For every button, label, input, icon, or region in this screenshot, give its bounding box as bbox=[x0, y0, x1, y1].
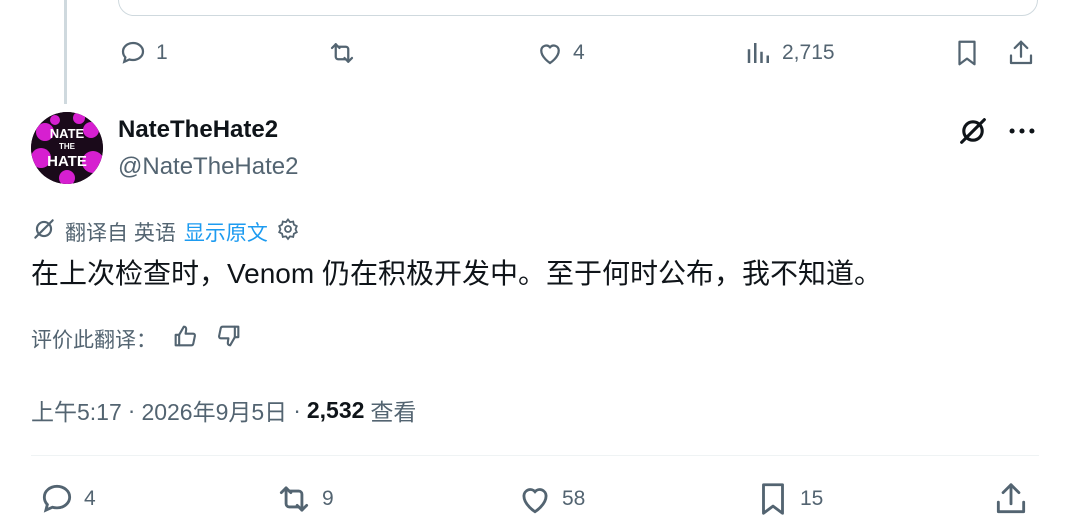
like-count: 58 bbox=[562, 487, 586, 510]
meta-separator: · bbox=[127, 396, 136, 423]
retweet-icon bbox=[326, 38, 358, 68]
more-options-button[interactable] bbox=[1005, 114, 1039, 153]
reply-icon bbox=[38, 480, 76, 518]
translation-settings-button[interactable] bbox=[276, 217, 300, 247]
tweet-views-count: 2,532 bbox=[306, 396, 365, 423]
heart-icon bbox=[516, 480, 554, 518]
reply-count: 1 bbox=[156, 41, 168, 64]
tweet-date[interactable]: 2026年9月5日 bbox=[141, 393, 287, 427]
show-original-link[interactable]: 显示原文 bbox=[184, 217, 268, 247]
avatar-text-line-2: THE bbox=[59, 142, 76, 151]
views-chart-icon bbox=[744, 38, 774, 68]
avatar-image: NATE THE HATE bbox=[31, 112, 103, 184]
translated-from-label: 翻译自 英语 bbox=[65, 222, 176, 245]
like-button[interactable]: 58 bbox=[516, 480, 585, 518]
views-count: 2,715 bbox=[782, 41, 835, 64]
share-icon bbox=[1006, 38, 1036, 68]
avatar[interactable]: NATE THE HATE bbox=[31, 112, 103, 184]
divider bbox=[31, 455, 1039, 456]
author-handle[interactable]: @NateTheHate2 bbox=[118, 153, 298, 181]
bookmark-count: 15 bbox=[800, 487, 824, 510]
rate-translation-label: 评价此翻译： bbox=[31, 329, 157, 352]
retweet-button[interactable]: 9 bbox=[274, 480, 334, 518]
bookmark-icon bbox=[952, 38, 982, 68]
grok-button[interactable] bbox=[956, 114, 990, 153]
gear-icon bbox=[276, 218, 300, 246]
tweet-text: 在上次检查时，Venom 仍在积极开发中。至于何时公布，我不知道。 bbox=[31, 258, 882, 289]
thumbs-up-button[interactable] bbox=[171, 322, 199, 356]
avatar-text-line-1: NATE bbox=[50, 126, 85, 141]
bookmark-icon bbox=[754, 480, 792, 518]
share-icon bbox=[992, 480, 1030, 518]
share-button[interactable] bbox=[992, 480, 1030, 518]
prev-views-button[interactable]: 2,715 bbox=[744, 38, 835, 68]
prev-reply-button[interactable]: 1 bbox=[118, 38, 168, 68]
thread-connector-line bbox=[64, 0, 67, 104]
meta-separator: · bbox=[293, 396, 301, 423]
grok-icon bbox=[956, 118, 990, 152]
bookmark-button[interactable]: 15 bbox=[754, 480, 823, 518]
tweet-meta: 上午5:17 · 2026年9月5日 · 2,532 查看 bbox=[31, 393, 416, 427]
prev-share-button[interactable] bbox=[1006, 38, 1036, 68]
quoted-card-bottom[interactable] bbox=[118, 0, 1038, 16]
avatar-text-line-3: HATE bbox=[47, 153, 87, 170]
like-count: 4 bbox=[573, 41, 585, 64]
retweet-count: 9 bbox=[322, 487, 334, 510]
more-dots-icon bbox=[1005, 128, 1039, 152]
thumbs-down-button[interactable] bbox=[215, 322, 243, 356]
thumbs-down-icon bbox=[215, 325, 243, 355]
tweet-time[interactable]: 上午5:17 bbox=[31, 393, 122, 427]
prev-retweet-button[interactable] bbox=[326, 38, 358, 68]
retweet-icon bbox=[274, 480, 314, 518]
tweet-views-label: 查看 bbox=[370, 399, 417, 425]
translation-info: 翻译自 英语 显示原文 bbox=[31, 216, 308, 248]
rate-translation: 评价此翻译： bbox=[31, 322, 243, 356]
reply-icon bbox=[118, 38, 148, 68]
prev-bookmark-button[interactable] bbox=[952, 38, 982, 68]
author-name[interactable]: NateTheHate2 bbox=[118, 116, 278, 144]
reply-count: 4 bbox=[84, 487, 96, 510]
reply-button[interactable]: 4 bbox=[38, 480, 96, 518]
prev-like-button[interactable]: 4 bbox=[535, 38, 585, 68]
grok-translate-icon bbox=[31, 216, 57, 248]
thumbs-up-icon bbox=[171, 325, 199, 355]
heart-icon bbox=[535, 38, 565, 68]
